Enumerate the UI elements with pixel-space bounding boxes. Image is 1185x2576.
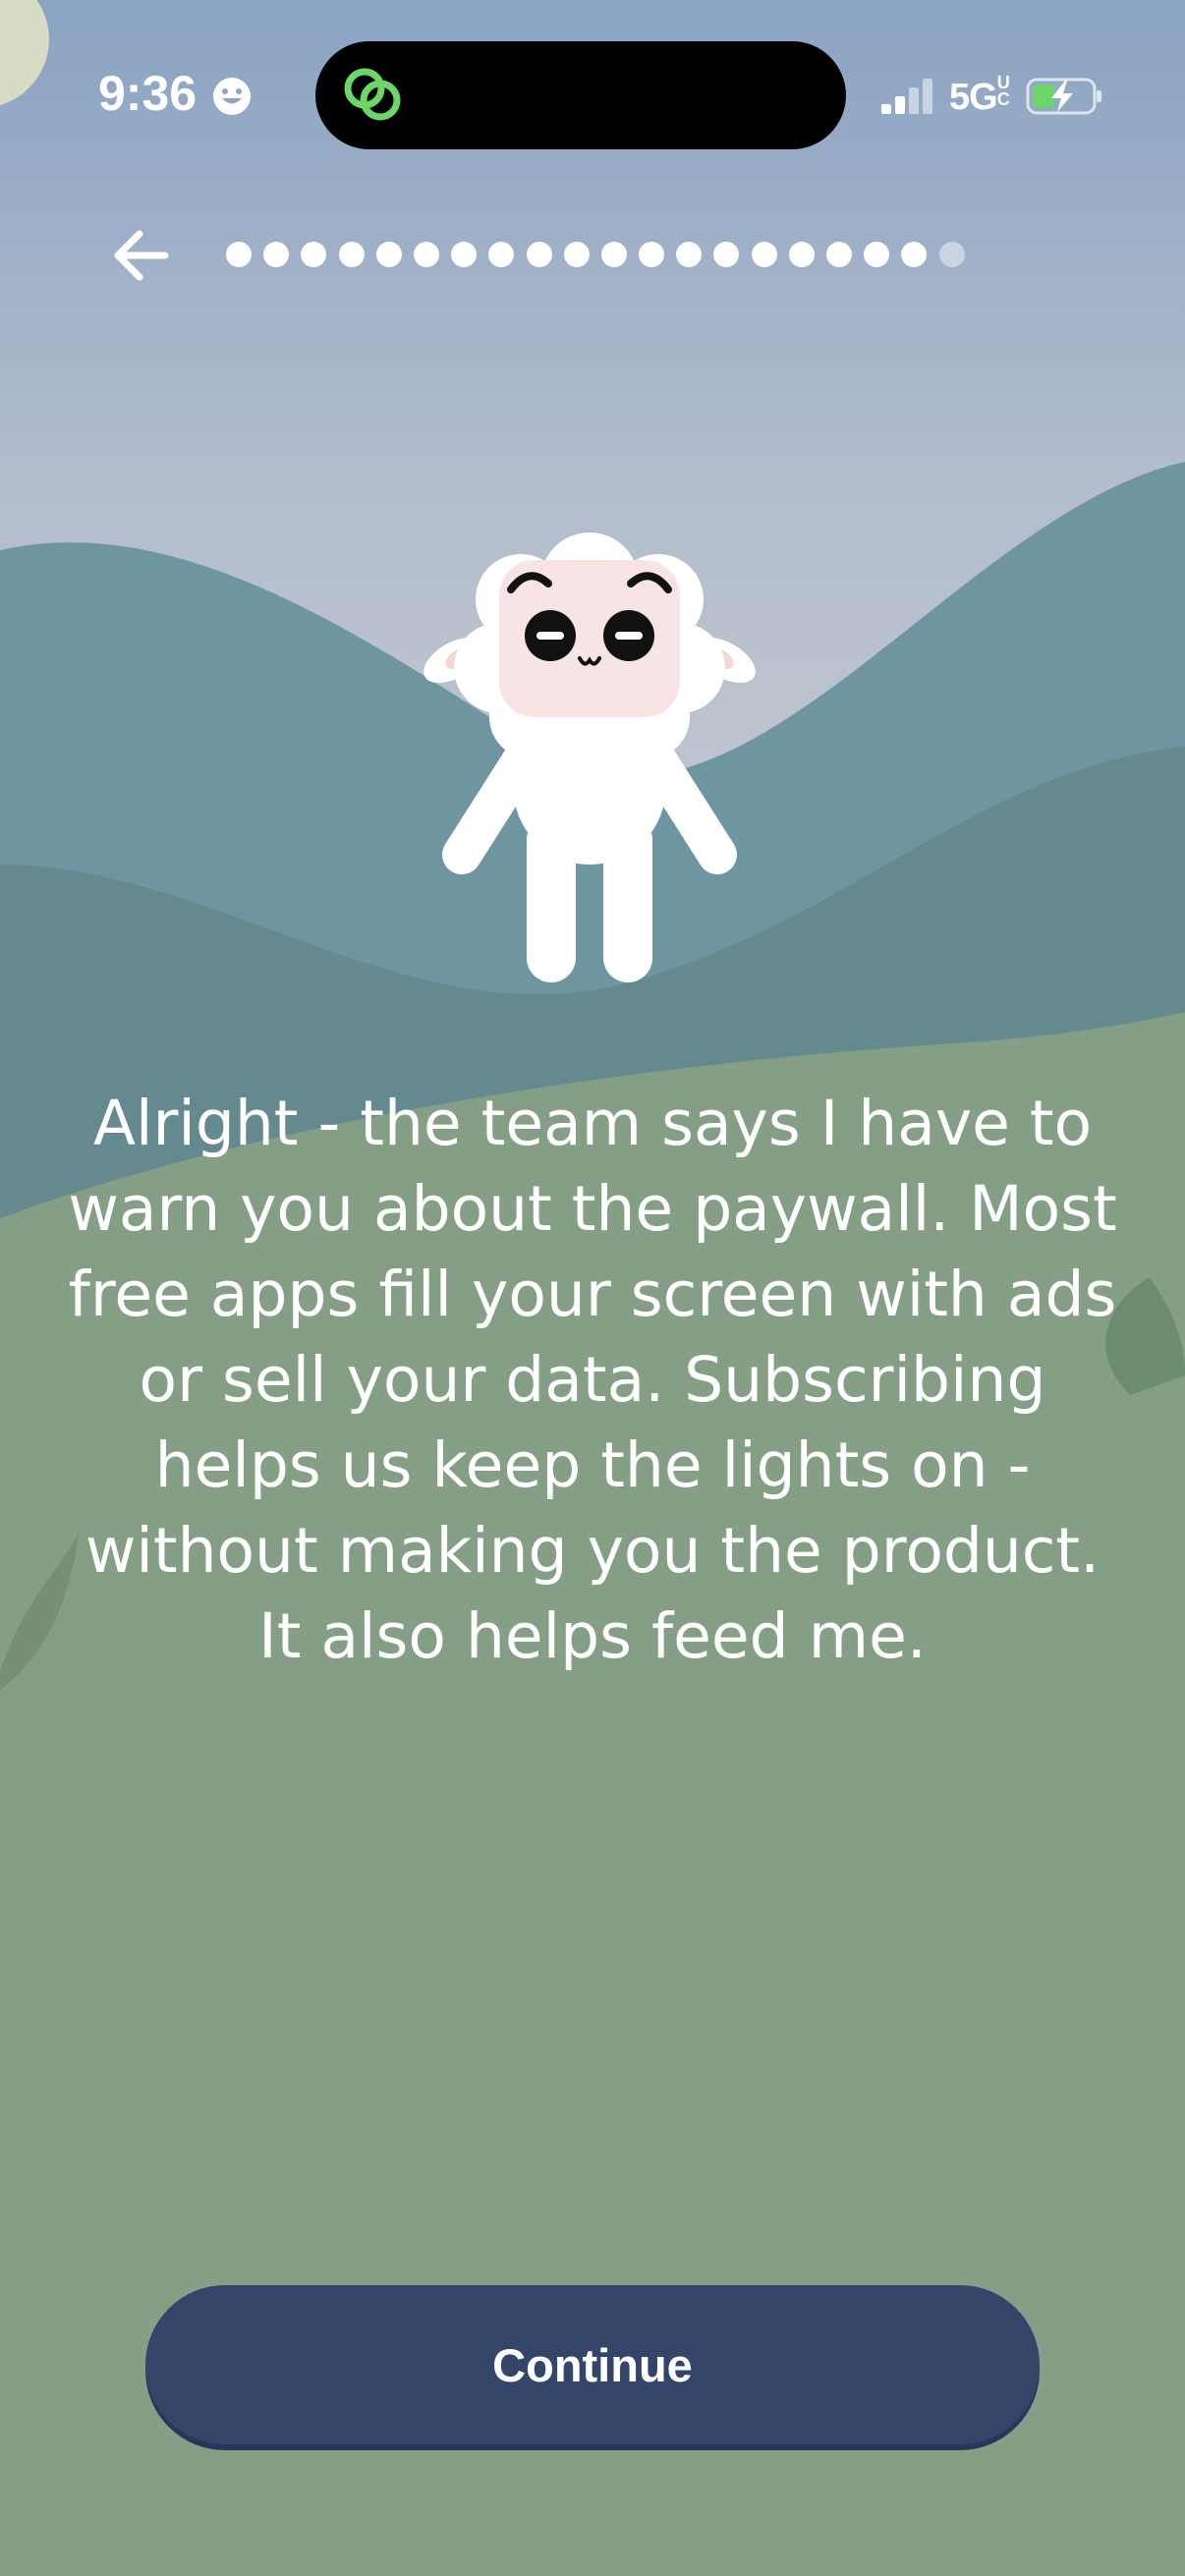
- status-time: 9:36: [98, 66, 198, 121]
- network-type-label: 5GUC: [949, 73, 1015, 119]
- dynamic-island: [315, 41, 846, 149]
- progress-dot: [451, 242, 478, 267]
- progress-dot: [301, 242, 327, 267]
- progress-dot: [864, 242, 890, 267]
- progress-dot: [226, 242, 252, 267]
- status-bar: 9:36 5GUC: [0, 0, 1185, 187]
- progress-dot: [788, 242, 815, 267]
- progress-dot: [713, 242, 740, 267]
- smiley-face-icon: [213, 78, 251, 115]
- back-arrow-icon[interactable]: [104, 218, 179, 293]
- progress-dot: [639, 242, 665, 267]
- progress-dot: [488, 242, 515, 267]
- network-suffix: UC: [996, 73, 1010, 109]
- progress-dot: [600, 242, 627, 267]
- onboarding-progress-indicator: [226, 240, 965, 269]
- sheep-mascot-icon: [423, 532, 756, 982]
- continue-button[interactable]: Continue: [145, 2285, 1040, 2444]
- paywall-warning-message: Alright - the team says I have to warn y…: [68, 1088, 1117, 1672]
- cellular-signal-icon: [881, 79, 932, 114]
- progress-dot: [375, 242, 402, 267]
- progress-dot: [751, 242, 777, 267]
- progress-dot: [901, 242, 928, 267]
- linked-rings-app-icon: [344, 68, 401, 121]
- progress-dot: [563, 242, 590, 267]
- progress-dot: [263, 242, 290, 267]
- progress-dot: [826, 242, 852, 267]
- progress-dot: [526, 242, 552, 267]
- progress-dot: [676, 242, 703, 267]
- onboarding-screen: 9:36 5GUC Alright - the team says I have…: [0, 0, 1185, 2576]
- progress-dot: [413, 242, 439, 267]
- progress-dot: [338, 242, 365, 267]
- progress-dot: [938, 242, 965, 267]
- battery-charging-icon: [1026, 78, 1101, 115]
